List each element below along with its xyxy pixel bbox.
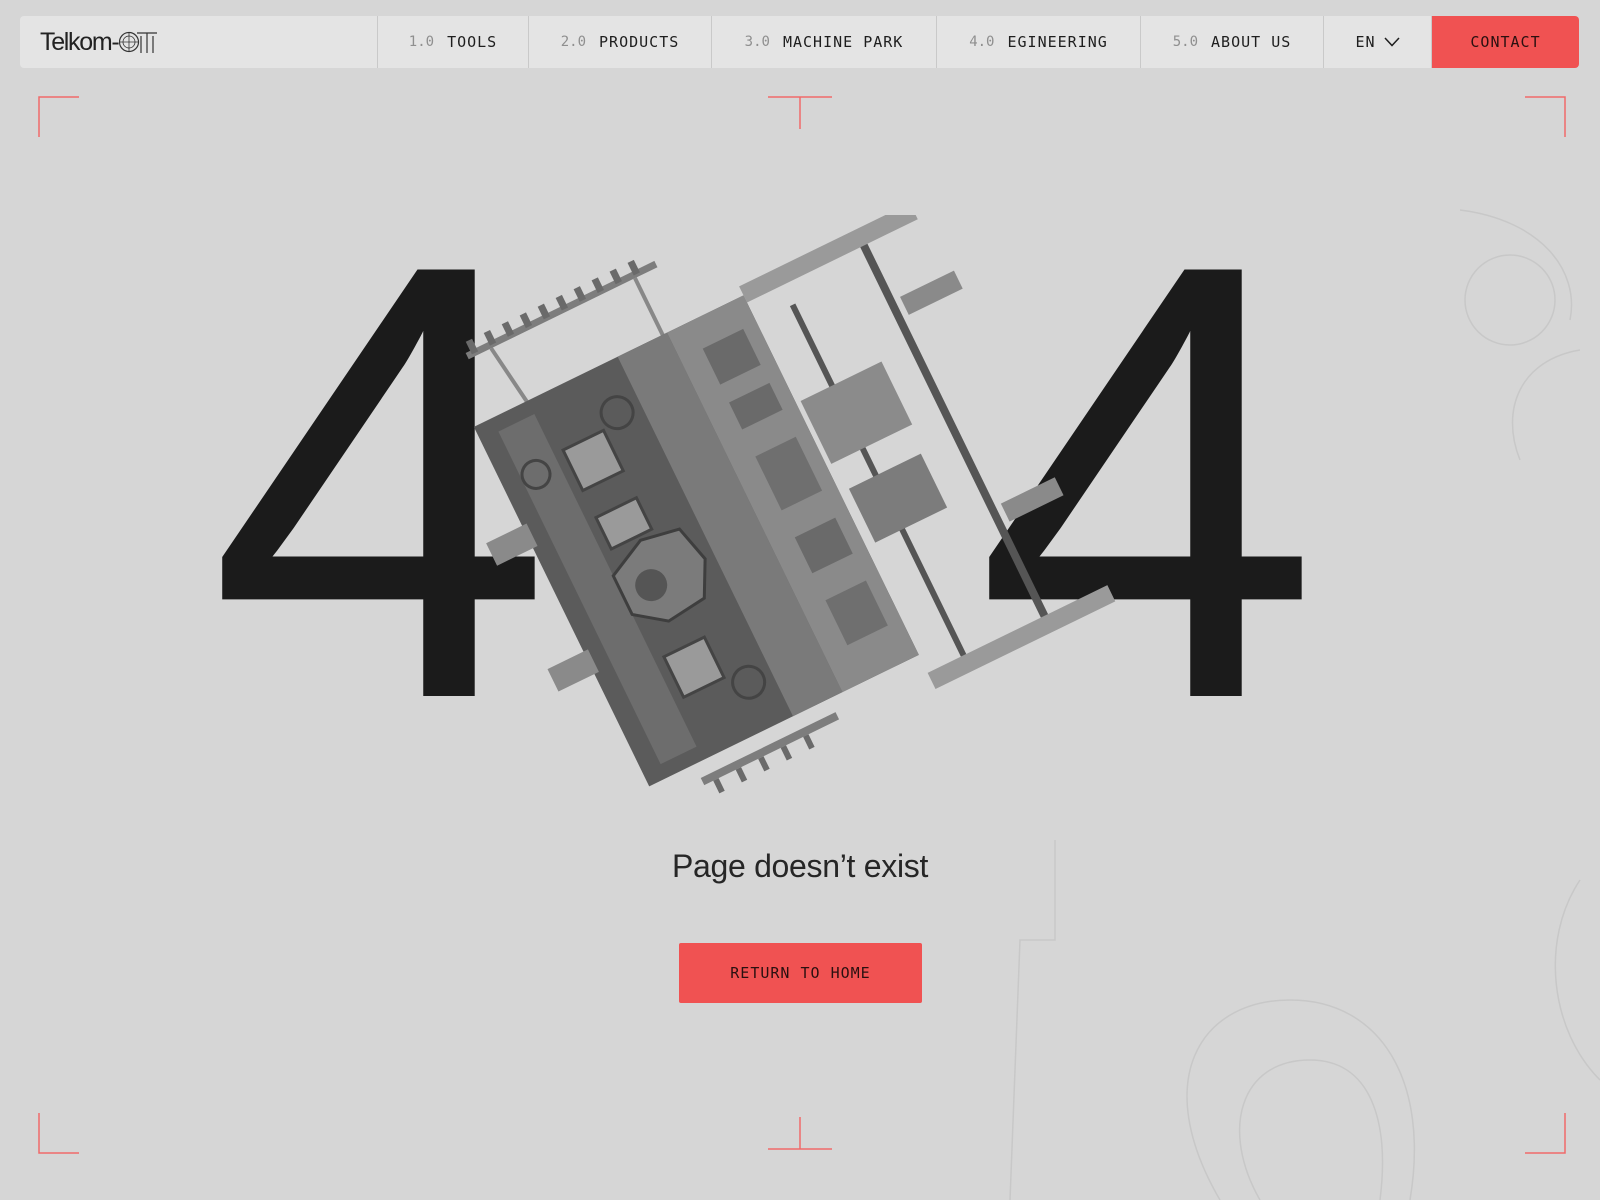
nav-item-label: MACHINE PARK: [782, 33, 904, 51]
logo[interactable]: Telkom- OT: [20, 16, 378, 68]
top-navigation: Telkom- OT 1.0 TOOLS 2.0 PRODUCTS 3.0 MA…: [20, 16, 1579, 68]
contact-button[interactable]: CONTACT: [1432, 16, 1579, 68]
nav-item-label: TOOLS: [447, 33, 498, 51]
nav-item-about-us[interactable]: 5.0 ABOUT US: [1141, 16, 1324, 68]
nav-item-number: 5.0: [1172, 34, 1199, 50]
logo-text: Telkom-: [40, 27, 120, 56]
corner-mark-top-left: [38, 96, 79, 137]
error-message: Page doesn’t exist: [671, 848, 929, 884]
nav-item-label: ABOUT US: [1211, 33, 1292, 51]
nav-item-number: 1.0: [408, 34, 435, 50]
nav-item-label: PRODUCTS: [599, 33, 680, 51]
corner-mark-top-right: [1525, 96, 1566, 137]
chevron-down-icon: [1383, 37, 1400, 47]
nav-item-machine-park[interactable]: 3.0 MACHINE PARK: [712, 16, 937, 68]
nav-item-products[interactable]: 2.0 PRODUCTS: [529, 16, 712, 68]
corner-mark-bottom-left: [38, 1113, 79, 1154]
nav-item-tools[interactable]: 1.0 TOOLS: [378, 16, 529, 68]
mould-machine-illustration: [465, 215, 1116, 794]
nav-item-number: 3.0: [744, 34, 770, 50]
logo-mark-icon: OT: [119, 31, 158, 53]
nav-item-engineering[interactable]: 4.0 EGINEERING: [937, 16, 1141, 68]
nav-item-number: 2.0: [560, 34, 587, 50]
nav-item-label: EGINEERING: [1007, 33, 1108, 51]
edge-mark-bottom-center: [768, 1117, 832, 1150]
language-selector[interactable]: EN: [1324, 16, 1432, 68]
language-label: EN: [1355, 33, 1376, 51]
return-home-button[interactable]: RETURN TO HOME: [679, 943, 922, 1003]
corner-mark-bottom-right: [1525, 1113, 1566, 1154]
edge-mark-top-center: [768, 96, 832, 129]
nav-item-number: 4.0: [969, 34, 995, 50]
